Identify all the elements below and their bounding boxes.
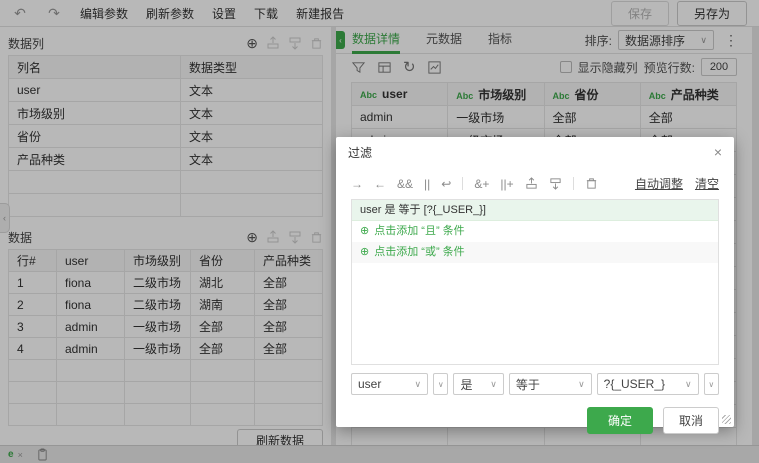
close-icon[interactable]: × (714, 144, 722, 160)
indent-left-icon[interactable]: ← (374, 178, 386, 190)
delete-condition-icon[interactable] (585, 177, 598, 190)
chevron-down-icon: ∨ (415, 379, 422, 390)
chevron-down-icon: ∨ (578, 379, 585, 390)
group-and-icon[interactable]: && (397, 178, 413, 190)
value-picker-button[interactable]: ∨ (704, 373, 719, 395)
add-or-condition-label: 点击添加 “或” 条件 (374, 242, 464, 263)
auto-adjust-link[interactable]: 自动调整 (635, 175, 683, 192)
filter-toolbar-links: 自动调整 清空 (635, 175, 719, 192)
filter-dialog: 过滤 × → ← && || ↩ &+ ||+ 自动调整 清空 user 是 等… (336, 137, 734, 427)
add-or-condition-row[interactable]: ⊕ 点击添加 “或” 条件 (352, 242, 718, 263)
add-and-condition-row[interactable]: ⊕ 点击添加 “且” 条件 (352, 221, 718, 242)
verb-select-value: 是 (460, 376, 472, 393)
condition-list: user 是 等于 [?{_USER_}] ⊕ 点击添加 “且” 条件 ⊕ 点击… (351, 199, 719, 365)
plus-icon: ⊕ (360, 221, 369, 242)
condition-row[interactable]: user 是 等于 [?{_USER_}] (352, 200, 718, 221)
filter-dialog-header: 过滤 × (336, 137, 734, 167)
verb-select[interactable]: 是 ∨ (453, 373, 503, 395)
move-condition-down-icon[interactable] (549, 177, 562, 190)
add-or-condition-icon[interactable]: ||+ (500, 178, 513, 190)
add-and-condition-icon[interactable]: &+ (474, 178, 489, 190)
value-select-value: ?{_USER_} (604, 377, 665, 391)
cancel-button[interactable]: 取消 (663, 407, 719, 434)
add-and-condition-label: 点击添加 “且” 条件 (374, 221, 464, 242)
chevron-down-icon: ∨ (685, 379, 692, 390)
ok-button[interactable]: 确定 (587, 407, 653, 434)
filter-dialog-footer: 确定 取消 (351, 407, 719, 434)
filter-dialog-title: 过滤 (348, 144, 372, 161)
plus-icon: ⊕ (360, 242, 369, 263)
indent-right-icon[interactable]: → (351, 178, 363, 190)
chevron-down-icon: ∨ (490, 379, 497, 390)
field-picker-button[interactable]: ∨ (433, 373, 448, 395)
dialog-resize-handle[interactable] (722, 415, 731, 424)
toolbar-divider (573, 177, 574, 190)
filter-toolbar: → ← && || ↩ &+ ||+ 自动调整 清空 (336, 171, 734, 196)
toolbar-divider (462, 177, 463, 190)
invert-condition-icon[interactable]: ↩ (441, 178, 451, 190)
field-select[interactable]: user ∨ (351, 373, 428, 395)
clear-link[interactable]: 清空 (695, 175, 719, 192)
field-select-value: user (358, 377, 381, 391)
condition-editor: user ∨ ∨ 是 ∨ 等于 ∨ ?{_USER_} ∨ ∨ (351, 373, 719, 395)
value-select[interactable]: ?{_USER_} ∨ (597, 373, 699, 395)
group-or-icon[interactable]: || (424, 178, 430, 190)
move-condition-up-icon[interactable] (525, 177, 538, 190)
operator-select[interactable]: 等于 ∨ (509, 373, 592, 395)
operator-select-value: 等于 (516, 376, 540, 393)
